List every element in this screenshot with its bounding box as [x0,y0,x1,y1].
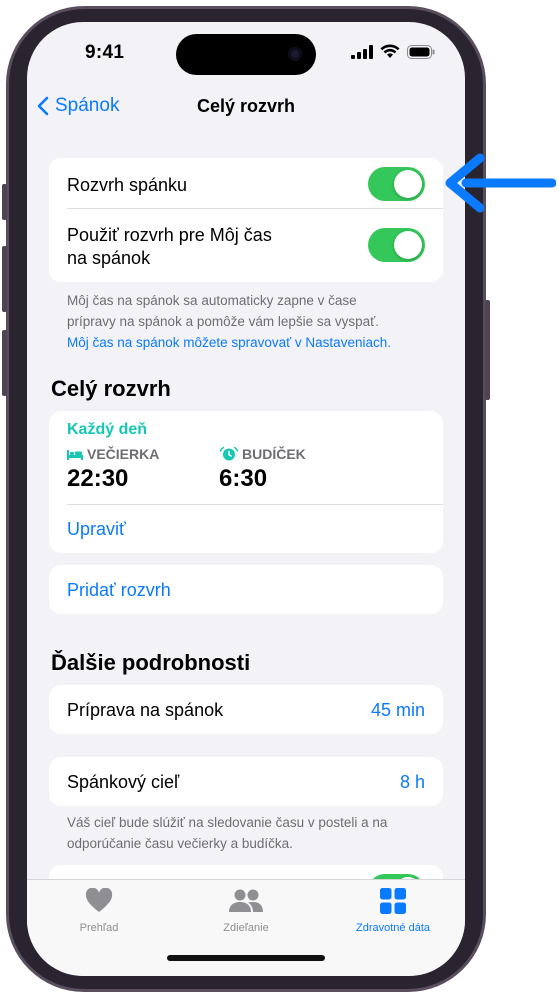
battery-icon [407,44,435,59]
screen: 9:41 Spánok Celý rozvrh Rozvrh spánku Po… [27,22,465,976]
tab-label: Zdravotné dáta [356,922,430,934]
tab-summary[interactable]: Prehľad [39,888,159,934]
bedtime-label: VEČIERKA [87,446,160,462]
sleep-goal-card[interactable]: Spánkový cieľ 8 h [49,757,443,806]
sleep-goal-value: 8 h [399,772,425,792]
people-icon [229,889,263,912]
full-schedule-card: Každý deň VEČIERKA 22:30 BUDÍČEK 6:30 Up… [49,411,443,553]
tab-sharing[interactable]: Zdieľanie [186,888,306,934]
add-schedule-card: Pridať rozvrh [49,565,443,614]
sleep-schedule-toggle[interactable] [368,167,425,201]
wake-label: BUDÍČEK [242,446,306,462]
bedtime-value: 22:30 [67,465,129,492]
cellular-signal-icon [351,44,373,59]
wake-value: 6:30 [219,465,268,492]
sleep-goal-footnote: Váš cieľ bude slúžiť na sledovanie času … [67,812,437,854]
use-schedule-toggle[interactable] [368,228,425,262]
tab-bar: Prehľad Zdieľanie Zdravotné dáta [27,879,465,976]
toggles-footnote: Môj čas na spánok sa automaticky zapne v… [67,290,437,353]
settings-link[interactable]: Môj čas na spánok môžete spravovať v Nas… [67,332,437,353]
tab-browse[interactable]: Zdravotné dáta [333,888,453,934]
home-indicator [167,955,325,961]
wake-block: BUDÍČEK 6:30 [219,446,306,493]
edit-schedule-button[interactable]: Upraviť [67,519,425,540]
sleep-goal-label: Spánkový cieľ [67,772,180,792]
tab-label: Prehľad [79,922,119,934]
full-schedule-heading: Celý rozvrh [51,376,171,401]
wifi-icon [380,44,400,58]
volume-down-button [2,330,7,396]
bed-icon [67,450,83,460]
grid-icon [380,888,406,914]
schedule-days: Každý deň [67,421,148,438]
wind-down-card[interactable]: Príprava na spánok 45 min [49,685,443,734]
power-button [485,300,490,400]
footnote-line: Váš cieľ bude slúžiť na sledovanie času … [67,815,388,830]
dynamic-island [176,34,316,75]
divider [67,208,443,209]
page-title: Celý rozvrh [196,96,296,116]
more-details-heading: Ďalšie podrobnosti [51,650,251,675]
tab-label: Zdieľanie [223,922,269,934]
add-schedule-button[interactable]: Pridať rozvrh [67,580,425,601]
heart-icon [85,888,113,912]
volume-up-button [2,246,7,312]
status-icons [351,44,435,59]
footnote-line: odporúčanie času večierky a budíčka. [67,836,293,851]
footnote-line: Môj čas na spánok sa automaticky zapne v… [67,293,357,308]
navigation-bar: Spánok Celý rozvrh [27,92,465,122]
divider [67,504,443,505]
alarm-clock-icon [219,446,239,461]
bedtime-block: VEČIERKA 22:30 [67,446,159,493]
wind-down-value: 45 min [370,700,425,720]
action-button [2,184,7,220]
schedule-toggles-card: Rozvrh spánku Použiť rozvrh pre Môj čas … [49,158,443,282]
status-time: 9:41 [85,42,125,63]
footnote-line: prípravy na spánok a pomôže vám lepšie s… [67,314,379,329]
callout-arrow-icon [445,153,556,213]
camera-icon [288,47,302,61]
